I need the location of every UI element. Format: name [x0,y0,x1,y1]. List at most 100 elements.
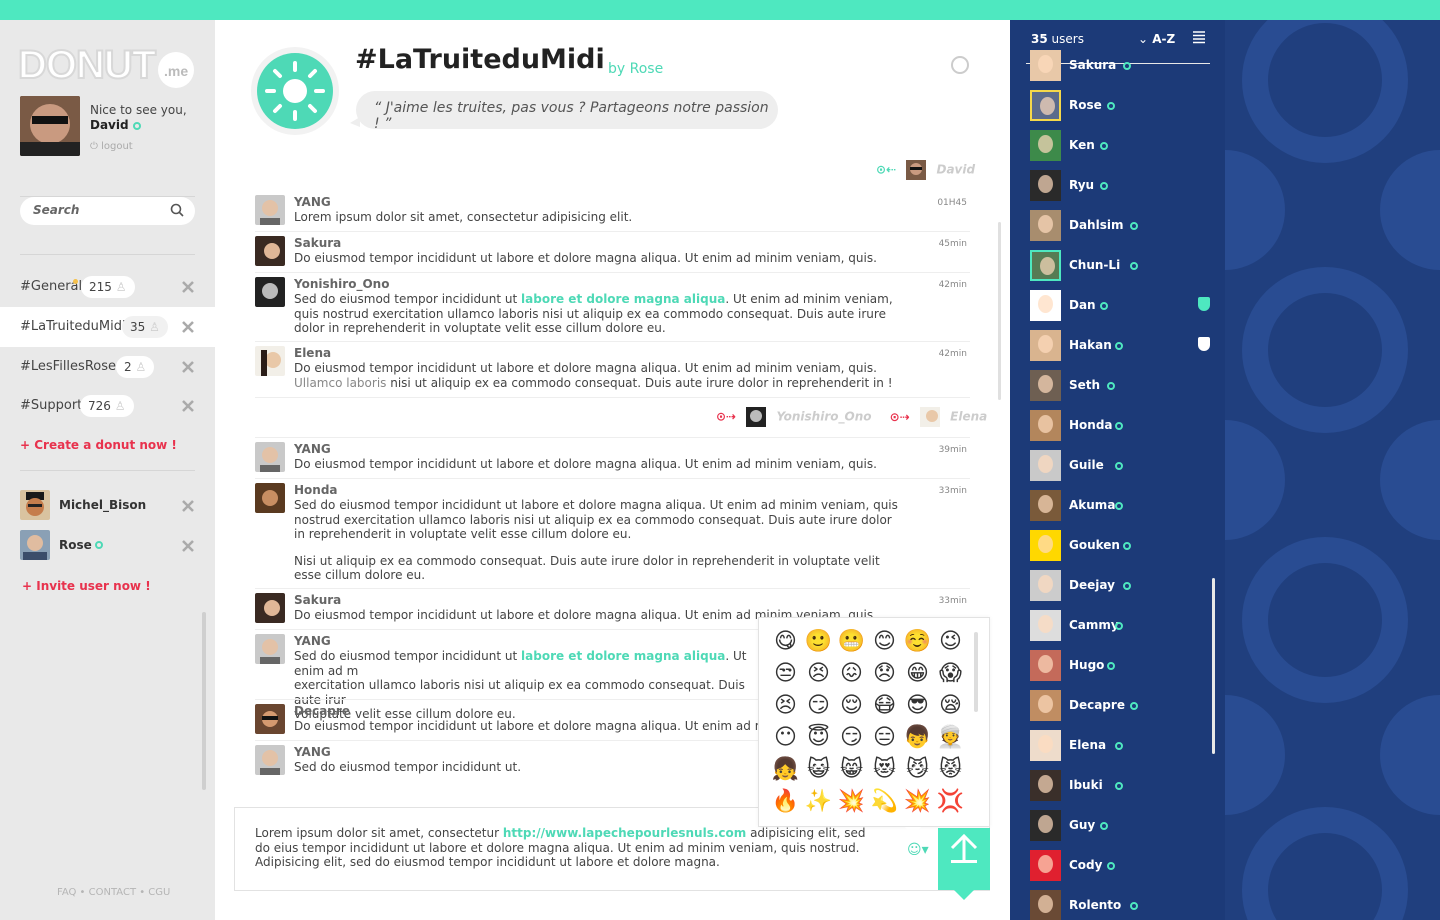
user-row[interactable]: Dahlsim [1030,210,1220,242]
close-icon[interactable] [181,320,195,334]
avatar [1030,650,1061,681]
close-icon[interactable] [181,399,195,413]
emoji-option[interactable]: 😣 [769,690,802,722]
dm-rose[interactable]: Rose [20,530,215,562]
user-row[interactable]: Deejay [1030,570,1220,602]
search-input[interactable]: Search [20,197,195,225]
background-pattern [1225,20,1440,920]
user-row[interactable]: Rolento [1030,890,1220,920]
avatar [255,442,285,472]
close-icon[interactable] [181,280,195,294]
emoji-option[interactable]: 😒 [769,658,802,690]
channel-latruitedumidi[interactable]: #LaTruiteduMidi 35 ♙ [0,307,215,347]
emoji-option[interactable]: 👧 [769,754,802,786]
emoji-option[interactable]: 💫 [868,786,901,818]
search-icon[interactable] [170,203,184,217]
emoji-option[interactable]: 😁 [901,658,934,690]
emoji-option[interactable]: 😻 [868,754,901,786]
user-row[interactable]: Guy [1030,810,1220,842]
user-row[interactable]: Akuma [1030,490,1220,522]
emoji-option[interactable]: 👦 [901,722,934,754]
chat-scrollbar[interactable] [998,222,1001,400]
emoji-option[interactable]: ✨ [802,786,835,818]
sort-dropdown[interactable]: ⌄ A-Z [1138,32,1175,46]
user-row[interactable]: Cammy [1030,610,1220,642]
online-status-icon [1115,782,1123,790]
emoji-option[interactable]: 😱 [934,658,967,690]
emoji-option[interactable]: 💥 [835,786,868,818]
emoji-option[interactable]: 😺 [802,754,835,786]
create-donut-link[interactable]: + Create a donut now ! [20,438,177,452]
dm-michel-bison[interactable]: Michel_Bison [20,490,215,522]
user-row[interactable]: Elena [1030,730,1220,762]
emoji-option[interactable]: 😑 [868,722,901,754]
emoji-scrollbar[interactable] [974,632,978,712]
emoji-option[interactable]: 😾 [934,754,967,786]
avatar [906,160,927,180]
emoji-option[interactable]: 😸 [835,754,868,786]
emoji-option[interactable]: 😣 [802,658,835,690]
online-status-icon [1122,542,1131,550]
lock-icon[interactable] [951,56,969,74]
user-list-scrollbar[interactable] [1212,578,1215,754]
emoji-option[interactable]: 🔥 [769,786,802,818]
emoji-option[interactable]: ☺️ [901,626,934,658]
user-row[interactable]: Chun-Li [1030,250,1220,282]
user-row[interactable]: Ibuki [1030,770,1220,802]
emoji-option[interactable]: 😋 [769,626,802,658]
user-row[interactable]: Guile [1030,450,1220,482]
emoji-option[interactable]: 😖 [835,658,868,690]
close-icon[interactable] [181,499,195,513]
emoji-option[interactable]: 💢 [934,786,967,818]
user-row[interactable]: Hugo [1030,650,1220,682]
emoji-option[interactable]: 😎 [901,690,934,722]
emoji-option[interactable]: 👳 [934,722,967,754]
my-name: David [90,118,129,132]
user-row[interactable]: Sakura [1030,50,1220,82]
emoji-option[interactable]: 😊 [868,626,901,658]
emoji-option[interactable]: 😶 [769,722,802,754]
user-row[interactable]: Gouken [1030,530,1220,562]
emoji-option[interactable]: 💥 [901,786,934,818]
emoji-option[interactable]: 😏 [835,722,868,754]
emoji-option[interactable]: 🙂 [802,626,835,658]
emoji-picker-button[interactable]: ☺▾ [907,842,929,858]
message-link[interactable]: http://www.lapechepourlesnuls.com [503,826,746,840]
user-row[interactable]: Rose [1030,90,1220,122]
emoji-option[interactable]: 😉 [934,626,967,658]
emoji-option[interactable]: 😞 [868,658,901,690]
sidebar-scrollbar[interactable] [202,612,206,790]
emoji-option[interactable]: 😌 [835,690,868,722]
avatar [1030,730,1061,761]
user-row[interactable]: Dan [1030,290,1220,322]
list-view-icon[interactable] [1193,31,1205,45]
close-icon[interactable] [181,539,195,553]
user-row[interactable]: Honda [1030,410,1220,442]
user-row[interactable]: Seth [1030,370,1220,402]
avatar [255,346,285,376]
user-row[interactable]: Hakan [1030,330,1220,362]
channel-general[interactable]: #General 215 ♙ [0,267,215,307]
user-row[interactable]: Cody [1030,850,1220,882]
footer-links[interactable]: FAQ • CONTACT • CGU [57,887,170,898]
emoji-option[interactable]: 😏 [802,690,835,722]
app-logo[interactable]: DONUT .me [18,32,198,92]
invite-user-link[interactable]: + Invite user now ! [22,579,151,593]
user-row[interactable]: Ryu [1030,170,1220,202]
close-icon[interactable] [181,360,195,374]
emoji-option[interactable]: 😇 [802,722,835,754]
channel-support[interactable]: #Support 726 ♙ [0,386,215,426]
emoji-option[interactable]: 😪 [934,690,967,722]
user-row[interactable]: Ken [1030,130,1220,162]
my-avatar[interactable] [20,96,80,156]
send-button[interactable] [938,828,990,900]
logout-link[interactable]: ⏻ logout [90,141,133,152]
user-row[interactable]: Decapre [1030,690,1220,722]
admin-badge-icon[interactable] [1198,297,1210,311]
channel-lesfillesroses[interactable]: #LesFillesRoses 2 ♙ [0,347,215,387]
admin-badge-icon[interactable] [1198,337,1210,351]
emoji-option[interactable]: 😬 [835,626,868,658]
emoji-option[interactable]: 😼 [901,754,934,786]
svg-text:.me: .me [164,63,188,79]
emoji-option[interactable]: 😷 [868,690,901,722]
